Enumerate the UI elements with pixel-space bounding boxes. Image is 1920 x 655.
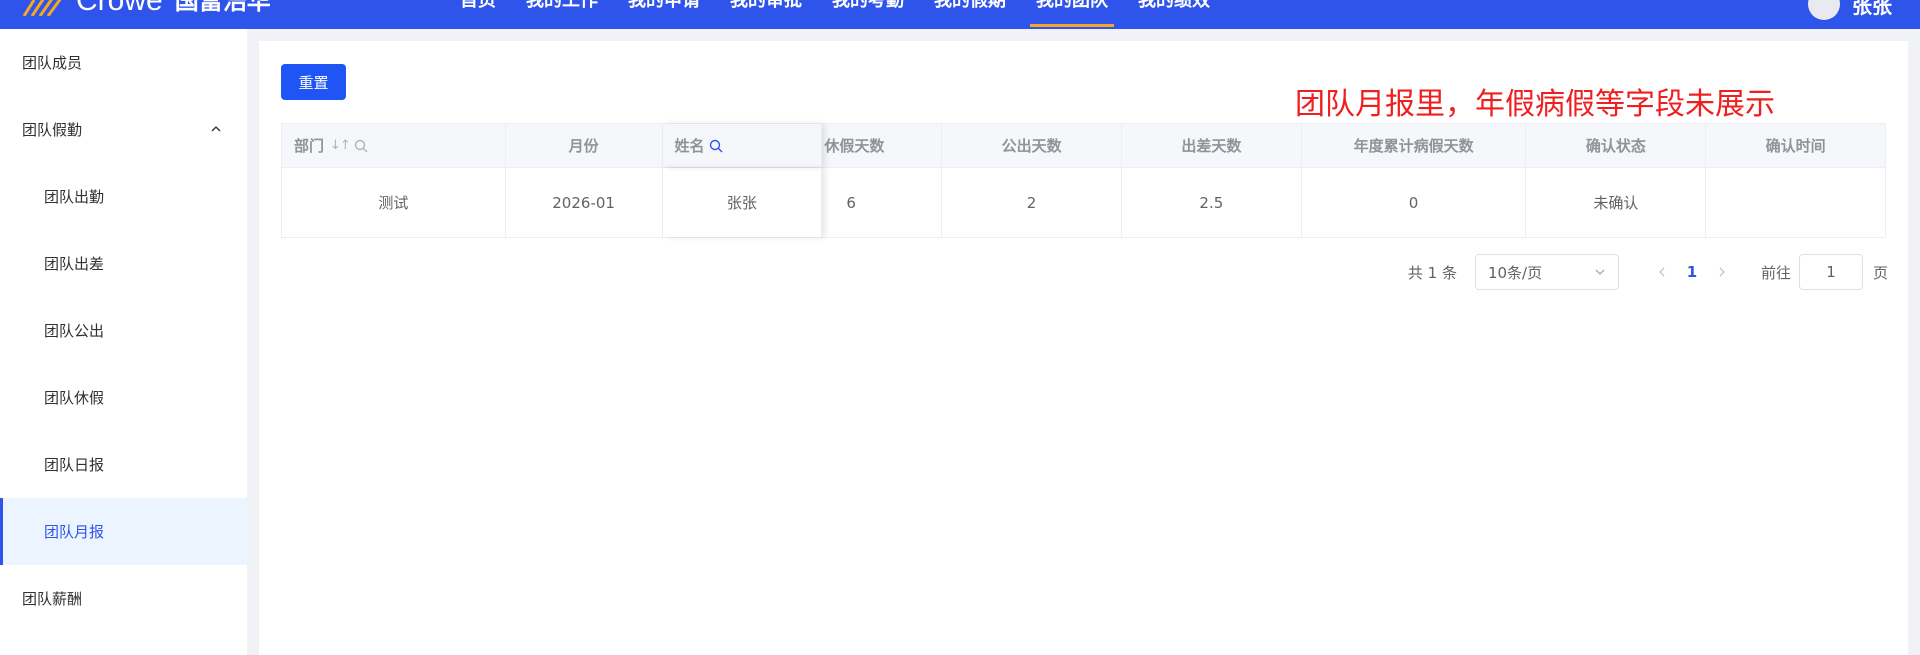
annotation-text: 团队月报里，年假病假等字段未展示 (1295, 87, 1775, 122)
nav-item[interactable]: 我的绩效 (1138, 0, 1210, 14)
pagination-total: 共 1 条 (1407, 263, 1457, 282)
column-header-trip-days: 出差天数 (1122, 124, 1302, 167)
column-header-name[interactable]: 姓名 (663, 124, 823, 167)
user-name: 张张 (1852, 0, 1892, 18)
column-header-official-days: 公出天数 (942, 124, 1122, 167)
reset-button[interactable]: 重置 (281, 64, 346, 100)
page-size-select[interactable]: 10条/页 (1474, 254, 1619, 290)
column-header-confirm-status: 确认状态 (1526, 124, 1707, 167)
nav-item[interactable]: 我的假期 (934, 0, 1006, 14)
table-row[interactable]: 测试 2026-01 张张 6 2 2.5 0 未确认 (282, 168, 1885, 237)
nav-item[interactable]: 我的审批 (730, 0, 802, 14)
user-menu[interactable]: 张张 (1808, 0, 1892, 20)
cell-department: 测试 (282, 168, 506, 237)
sidebar-item-label: 团队假勤 (22, 121, 83, 139)
search-icon[interactable] (354, 139, 368, 153)
column-header-confirm-time: 确认时间 (1765, 137, 1826, 155)
sidebar-item-label: 团队成员 (22, 54, 83, 72)
cell-confirm-time (1706, 168, 1885, 237)
cell-month: 2026-01 (506, 168, 663, 237)
goto-label: 前往 (1760, 263, 1791, 282)
sidebar-item-label: 团队公出 (44, 322, 105, 340)
sidebar-item-label: 团队休假 (44, 389, 105, 407)
cell-confirm-status: 未确认 (1526, 168, 1707, 237)
column-header-leave-days: 休假天数 (822, 124, 943, 167)
sidebar: 团队成员团队假勤团队出勤团队出差团队公出团队休假团队日报团队月报团队薪酬 (0, 29, 247, 655)
chevron-left-icon (1659, 267, 1665, 277)
main-content: 重置 团队月报里，年假病假等字段未展示 部门 ↓↑ 月份 姓名 休假天数 公出天… (259, 41, 1908, 655)
avatar[interactable] (1808, 0, 1840, 20)
sidebar-item[interactable]: 团队出勤 (0, 163, 247, 230)
main-nav: 首页 我的工作 我的申请 我的审批 我的考勤 我的假期 我的团队 我的绩效 (460, 0, 1240, 27)
nav-item[interactable]: 我的工作 (526, 0, 598, 14)
monthly-report-table: 部门 ↓↑ 月份 姓名 休假天数 公出天数 出差天数 年度累计病假天数 确认状态… (281, 123, 1886, 238)
nav-item[interactable]: 我的团队 (1030, 0, 1114, 27)
page-size-value: 10条/页 (1487, 263, 1543, 282)
chevron-down-icon (1595, 269, 1605, 275)
sidebar-item[interactable]: 团队休假 (0, 364, 247, 431)
nav-item[interactable]: 我的考勤 (832, 0, 904, 14)
logo[interactable]: Crowe 国富浩华 (20, 0, 271, 16)
sidebar-item-label: 团队出勤 (44, 188, 105, 206)
crowe-logo-icon (22, 0, 62, 16)
cell-leave-days: 6 (822, 168, 943, 237)
cell-name: 张张 (663, 168, 823, 237)
sidebar-item[interactable]: 团队公出 (0, 297, 247, 364)
nav-item[interactable]: 我的申请 (628, 0, 700, 14)
page-number-current[interactable]: 1 (1677, 263, 1707, 281)
nav-item[interactable]: 首页 (460, 0, 496, 14)
top-navigation-bar: Crowe 国富浩华 首页 我的工作 我的申请 我的审批 我的考勤 我的假期 我的团队 我的绩… (0, 0, 1920, 29)
table-header: 部门 ↓↑ 月份 姓名 休假天数 公出天数 出差天数 年度累计病假天数 确认状态… (282, 124, 1885, 168)
search-icon[interactable] (709, 139, 723, 153)
cell-trip-days: 2.5 (1122, 168, 1302, 237)
sidebar-item[interactable]: 团队假勤 (0, 96, 247, 163)
sidebar-item-label: 团队月报 (44, 523, 105, 541)
sidebar-item[interactable]: 团队出差 (0, 230, 247, 297)
logo-subtitle: 国富浩华 (174, 0, 271, 15)
sidebar-item-label: 团队出差 (44, 255, 105, 273)
prev-page-button[interactable] (1647, 257, 1677, 287)
page-unit-label: 页 (1872, 263, 1888, 282)
sidebar-item[interactable]: 团队成员 (0, 29, 247, 96)
logo-text: Crowe (76, 0, 163, 17)
sidebar-item[interactable]: 团队月报 (0, 498, 247, 565)
column-header-sick-leave-days: 年度累计病假天数 (1302, 124, 1527, 167)
cell-sick-leave-days: 0 (1302, 168, 1527, 237)
column-header-month: 月份 (506, 124, 663, 167)
sort-icon[interactable]: ↓↑ (330, 138, 351, 153)
sidebar-item[interactable]: 团队薪酬 (0, 565, 247, 632)
cell-official-days: 2 (942, 168, 1122, 237)
chevron-right-icon (1719, 267, 1725, 277)
goto-page-input[interactable] (1798, 254, 1863, 290)
sidebar-item[interactable]: 团队日报 (0, 431, 247, 498)
chevron-up-icon (211, 126, 221, 132)
next-page-button[interactable] (1707, 257, 1737, 287)
pagination: 共 1 条 10条/页 1 前往 页 (1408, 254, 1888, 290)
sidebar-item-label: 团队日报 (44, 456, 105, 474)
column-header-department[interactable]: 部门 ↓↑ (282, 124, 506, 167)
sidebar-item-label: 团队薪酬 (22, 590, 83, 608)
